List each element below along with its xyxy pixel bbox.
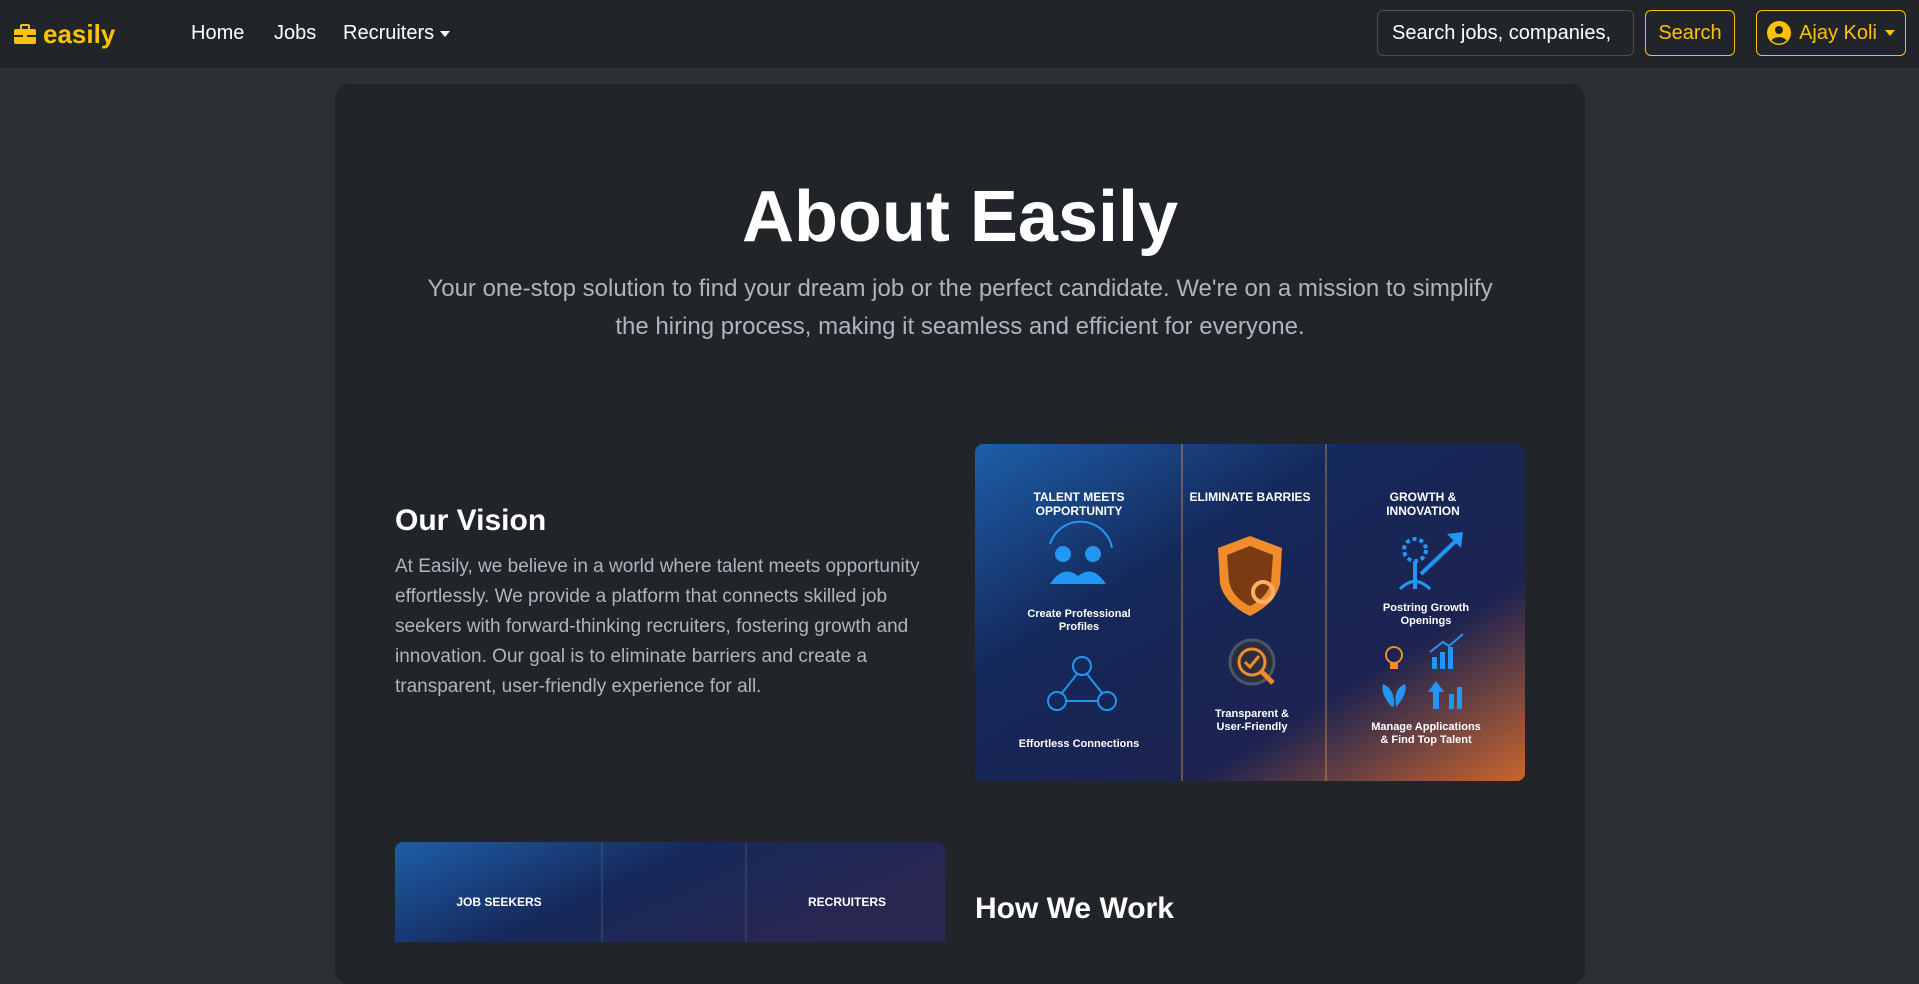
brand-logo[interactable]: easily <box>14 17 115 51</box>
ig-col1-item2: Effortless Connections <box>1019 738 1139 750</box>
vision-infographic: TALENT MEETS OPPORTUNITY Create Professi… <box>975 444 1525 781</box>
ig-how-left-label: JOB SEEKERS <box>456 895 541 909</box>
magnifier-check-icon <box>1228 638 1276 686</box>
briefcase-icon <box>14 24 36 44</box>
ig-col1-title-line2: OPPORTUNITY <box>1036 504 1123 518</box>
search-input[interactable] <box>1377 10 1634 56</box>
search-button[interactable]: Search <box>1645 10 1735 56</box>
ig-col1-item1-line2: Profiles <box>1059 621 1099 633</box>
how-infographic: JOB SEEKERS RECRUITERS <box>395 842 945 942</box>
ig-col3-title-line2: INNOVATION <box>1386 504 1460 518</box>
vision-infographic-graphic: TALENT MEETS OPPORTUNITY Create Professi… <box>975 444 1525 781</box>
ig-col2-title: ELIMINATE BARRIES <box>1189 490 1310 504</box>
ig-col2-item-line1: Transparent & <box>1215 708 1289 720</box>
navbar: easily Home Jobs Recruiters Search Ajay … <box>0 0 1919 68</box>
ig-col3-item1-line2: Openings <box>1401 615 1452 627</box>
user-circle-icon <box>1767 21 1792 45</box>
nav-jobs-link[interactable]: Jobs <box>274 22 316 45</box>
caret-down-icon <box>1884 30 1895 36</box>
ig-col3-item2-line2: & Find Top Talent <box>1380 734 1472 746</box>
ig-col1-title-line1: TALENT MEETS <box>1033 490 1124 504</box>
vision-heading: Our Vision <box>395 504 547 537</box>
ig-col2-item-line2: User-Friendly <box>1217 721 1289 733</box>
how-heading: How We Work <box>975 892 1174 925</box>
user-name: Ajay Koli <box>1799 21 1877 44</box>
nav-recruiters-label: Recruiters <box>343 22 435 44</box>
vision-text: At Easily, we believe in a world where t… <box>395 556 920 697</box>
brand-name: easily <box>43 18 116 49</box>
user-menu-button[interactable]: Ajay Koli <box>1756 10 1906 56</box>
nav-home-link[interactable]: Home <box>191 22 244 45</box>
about-card: About Easily Your one-stop solution to f… <box>335 84 1585 984</box>
ig-col3-title-line1: GROWTH & <box>1390 490 1457 504</box>
ig-col3-item1-line1: Postring Growth <box>1383 602 1469 614</box>
how-infographic-graphic: JOB SEEKERS RECRUITERS <box>395 842 945 942</box>
caret-down-icon <box>440 30 451 37</box>
ig-col3-item2-line1: Manage Applications <box>1371 721 1481 733</box>
ig-how-right-label: RECRUITERS <box>808 895 886 909</box>
page-subtitle: Your one-stop solution to find your drea… <box>427 275 1493 340</box>
ig-col1-item1-line1: Create Professional <box>1027 608 1130 620</box>
nav-recruiters-dropdown[interactable]: Recruiters <box>343 22 451 45</box>
page-title: About Easily <box>741 177 1179 257</box>
